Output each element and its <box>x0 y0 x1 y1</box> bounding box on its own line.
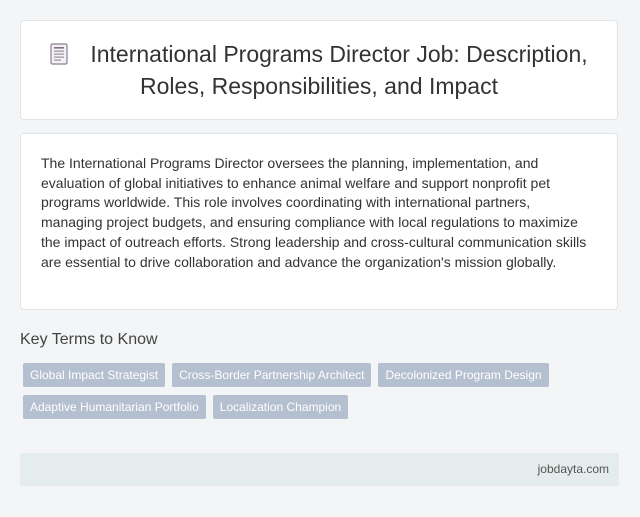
description-card: The International Programs Director over… <box>20 133 618 310</box>
key-terms-tags: Global Impact Strategist Cross-Border Pa… <box>23 363 603 427</box>
page-title: International Programs Director Job: Des… <box>49 38 589 102</box>
title-card: International Programs Director Job: Des… <box>20 20 618 120</box>
tag-item[interactable]: Global Impact Strategist <box>23 363 166 387</box>
page-title-text: International Programs Director Job: Des… <box>90 41 588 99</box>
key-terms-heading: Key Terms to Know <box>20 331 158 348</box>
tag-item[interactable]: Localization Champion <box>212 395 349 419</box>
footer: jobdayta.com <box>20 453 619 486</box>
tag-item[interactable]: Decolonized Program Design <box>378 363 549 387</box>
tag-item[interactable]: Cross-Border Partnership Architect <box>172 363 372 387</box>
description-text: The International Programs Director over… <box>41 155 587 270</box>
tag-item[interactable]: Adaptive Humanitarian Portfolio <box>23 395 206 419</box>
footer-site-link[interactable]: jobdayta.com <box>538 462 609 476</box>
document-icon <box>50 43 68 65</box>
